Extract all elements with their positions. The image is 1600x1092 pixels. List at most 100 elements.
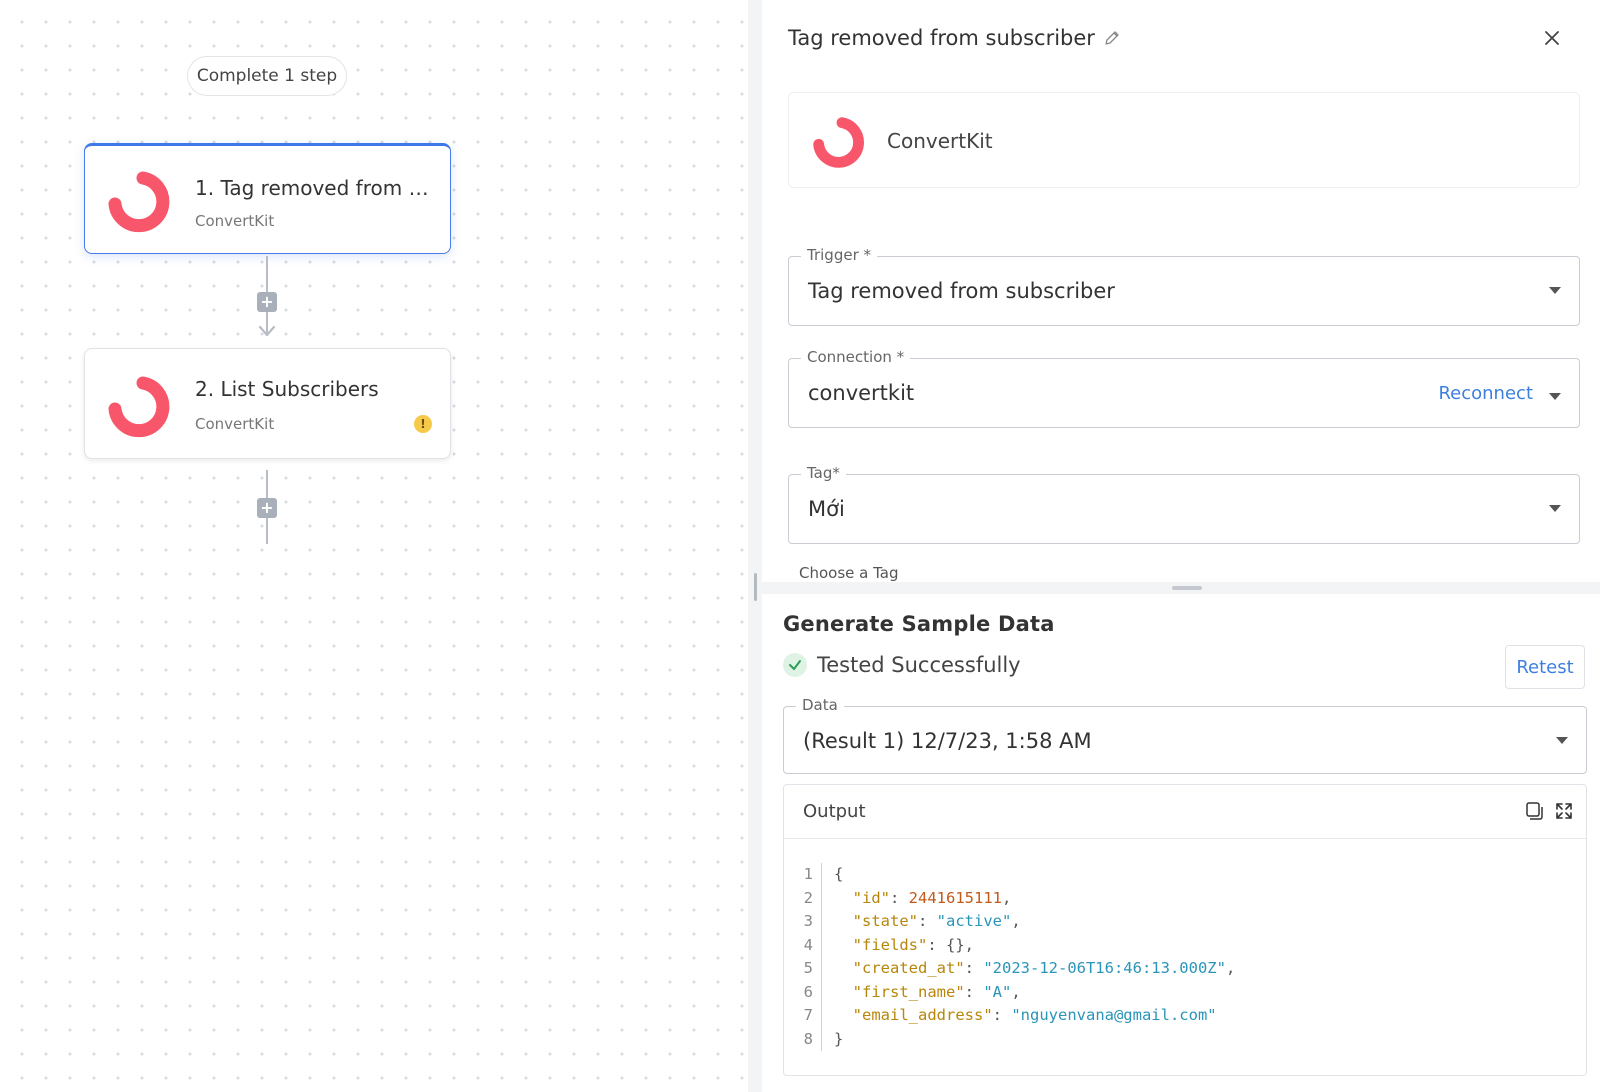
add-step-button[interactable]: + [257, 292, 277, 312]
convertkit-logo-icon [108, 376, 170, 438]
trigger-select[interactable]: Trigger * Tag removed from subscriber [788, 246, 1580, 326]
app-name: ConvertKit [887, 129, 993, 153]
connector-line [266, 470, 268, 500]
json-separator: : [992, 1006, 1012, 1024]
arrow-down-icon [258, 325, 276, 337]
data-value: (Result 1) 12/7/23, 1:58 AM [803, 729, 1092, 753]
json-value: "2023-12-06T16:46:13.000Z" [983, 959, 1226, 977]
code-text: "id": 2441615111, [834, 887, 1012, 911]
step-card-1[interactable]: 1. Tag removed from su... ConvertKit [84, 143, 451, 254]
code-text: "fields": {}, [834, 934, 974, 958]
json-punctuation: , [964, 935, 975, 954]
app-selector[interactable]: ConvertKit [788, 92, 1580, 188]
line-number: 6 [784, 980, 822, 1004]
workflow-canvas[interactable]: Complete 1 step 1. Tag removed from su..… [0, 0, 748, 1092]
chevron-down-icon [1556, 737, 1568, 744]
json-key: "id" [852, 888, 890, 907]
json-value: 2441615111 [908, 888, 1002, 907]
json-value: {} [946, 935, 965, 954]
panel-divider [748, 0, 762, 1092]
json-value: "nguyenvana@gmail.com" [1011, 1006, 1217, 1024]
json-separator: : [890, 888, 909, 907]
code-text: "state": "active", [834, 910, 1021, 934]
line-number: 5 [784, 957, 822, 981]
sample-section-title: Generate Sample Data [783, 612, 1055, 636]
output-panel: Output 1{2 "id": 2441615111, 3 "state": "… [783, 784, 1587, 1076]
chevron-down-icon [1549, 393, 1561, 400]
step-app-name: ConvertKit [195, 415, 275, 433]
chevron-down-icon [1549, 505, 1561, 512]
edit-pencil-icon[interactable] [1103, 29, 1121, 47]
chevron-down-icon [1549, 287, 1561, 294]
plus-icon: + [260, 498, 274, 517]
connector-line [266, 518, 268, 544]
connection-value: convertkit [808, 381, 915, 405]
json-punctuation: , [1011, 982, 1021, 1001]
code-text: "created_at": "2023-12-06T16:46:13.000Z"… [834, 957, 1236, 981]
json-output[interactable]: 1{2 "id": 2441615111, 3 "state": "active"… [784, 863, 1586, 1051]
reconnect-link[interactable]: Reconnect [1438, 383, 1533, 404]
code-line: 2 "id": 2441615111, [784, 886, 1586, 911]
line-number: 2 [784, 886, 822, 910]
add-step-button[interactable]: + [257, 498, 277, 518]
step-config-panel: Tag removed from subscriber ConvertKit T… [762, 0, 1600, 1092]
tag-label: Tag* [801, 464, 846, 482]
step-title: 2. List Subscribers [195, 377, 379, 401]
json-key: "first_name" [852, 982, 965, 1001]
code-line: 5 "created_at": "2023-12-06T16:46:13.000… [784, 957, 1586, 981]
tag-value: Mới [808, 497, 845, 521]
json-value: "A" [983, 982, 1012, 1001]
json-punctuation: , [1225, 959, 1236, 977]
close-icon[interactable] [1540, 26, 1564, 50]
code-line: 3 "state": "active", [784, 910, 1586, 934]
connection-label: Connection * [801, 348, 911, 366]
code-line: 6 "first_name": "A", [784, 980, 1586, 1005]
output-header: Output [784, 785, 1586, 839]
json-separator: : [964, 959, 984, 977]
convertkit-logo-icon [108, 171, 170, 233]
code-text: "email_address": "nguyenvana@gmail.com" [834, 1004, 1217, 1028]
trigger-value: Tag removed from subscriber [808, 279, 1115, 303]
panel-resize-handle[interactable] [754, 573, 757, 601]
code-text: "first_name": "A", [834, 981, 1021, 1005]
json-key: "state" [852, 912, 918, 930]
data-label: Data [796, 696, 844, 714]
copy-icon[interactable] [1524, 801, 1544, 821]
data-select[interactable]: Data (Result 1) 12/7/23, 1:58 AM [783, 696, 1587, 774]
tag-helper-text: Choose a Tag [799, 564, 899, 582]
json-separator: : [927, 935, 946, 954]
json-separator: : [964, 982, 984, 1001]
check-circle-icon [783, 653, 807, 677]
line-number: 8 [784, 1027, 822, 1051]
connection-select[interactable]: Connection * convertkit Reconnect [788, 348, 1580, 428]
json-value: "active" [936, 912, 1012, 930]
progress-label: Complete 1 step [196, 66, 338, 86]
line-number: 7 [784, 1004, 822, 1028]
code-text: } [834, 1029, 844, 1048]
retest-button[interactable]: Retest [1505, 645, 1585, 689]
step-title: 1. Tag removed from su... [195, 176, 435, 200]
code-line: 4 "fields": {}, [784, 933, 1586, 958]
split-drag-handle[interactable] [1172, 586, 1202, 590]
code-text: { [834, 865, 844, 883]
plus-icon: + [260, 292, 274, 311]
panel-header: Tag removed from subscriber [788, 26, 1121, 50]
step-app-name: ConvertKit [195, 212, 275, 230]
warning-icon[interactable]: ! [414, 415, 432, 433]
json-key: "email_address" [852, 1006, 993, 1024]
line-number: 3 [784, 910, 822, 934]
convertkit-logo-icon [813, 117, 864, 168]
line-number: 4 [784, 933, 822, 957]
code-line: 7 "email_address": "nguyenvana@gmail.com… [784, 1004, 1586, 1028]
tag-select[interactable]: Tag* Mới [788, 464, 1580, 544]
expand-icon[interactable] [1554, 801, 1574, 821]
trigger-label: Trigger * [801, 246, 877, 264]
test-status: Tested Successfully [783, 653, 1021, 677]
json-key: "created_at" [852, 959, 965, 977]
step-card-2[interactable]: 2. List Subscribers ConvertKit ! [84, 348, 451, 459]
panel-title: Tag removed from subscriber [788, 26, 1095, 50]
json-punctuation: , [1002, 888, 1012, 907]
code-line: 1{ [784, 863, 1586, 887]
line-number: 1 [784, 863, 822, 887]
progress-pill: Complete 1 step [187, 56, 347, 96]
